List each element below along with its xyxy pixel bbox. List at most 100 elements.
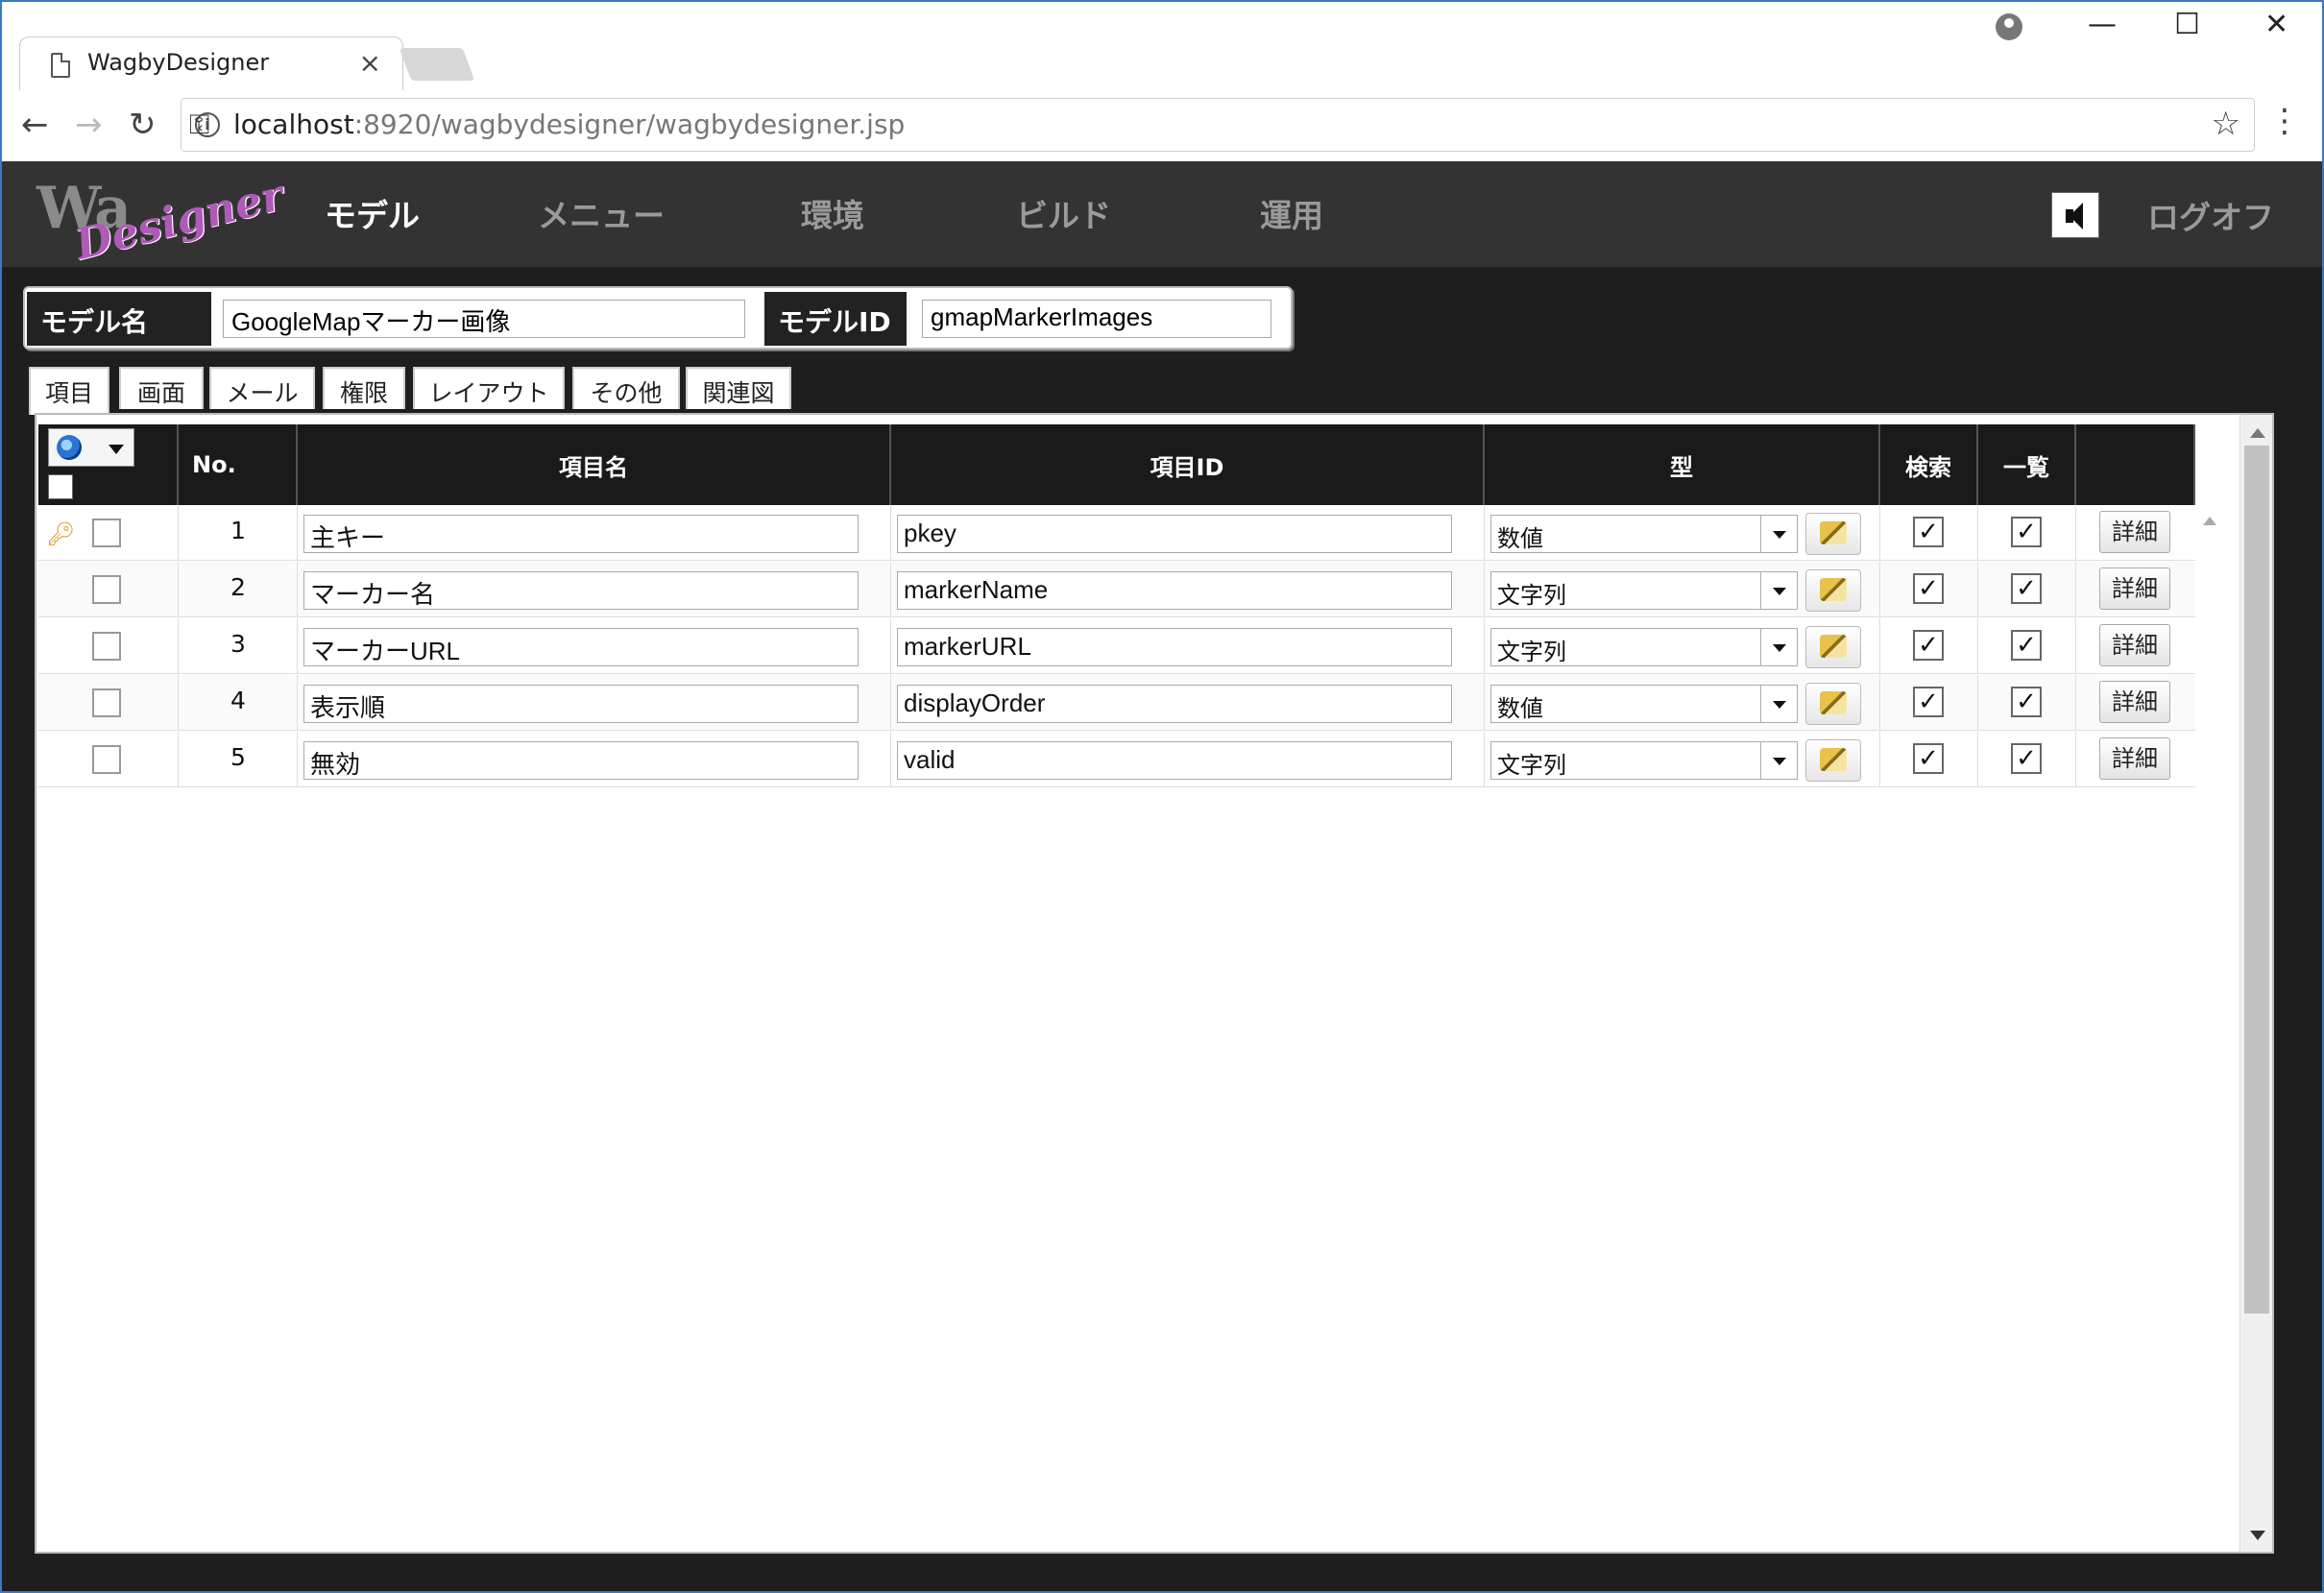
chevron-down-icon[interactable]	[1760, 742, 1797, 779]
new-tab-button[interactable]	[399, 48, 475, 81]
type-settings-button[interactable]	[1805, 626, 1861, 668]
header-select-cell	[38, 424, 179, 505]
detail-button[interactable]: 詳細	[2099, 681, 2170, 723]
back-arrow-icon[interactable]: ←	[21, 106, 49, 144]
detail-button[interactable]: 詳細	[2099, 624, 2170, 666]
item-id-cell: displayOrder	[891, 675, 1485, 731]
type-select[interactable]: 文字列	[1490, 741, 1798, 780]
maximize-icon[interactable]: ☐	[2174, 8, 2200, 41]
row-checkbox[interactable]	[92, 575, 121, 604]
row-select-cell: 🔑︎	[38, 505, 179, 561]
row-checkbox[interactable]	[92, 688, 121, 717]
tab-relation-diagram[interactable]: 関連図	[686, 367, 791, 409]
model-id-input[interactable]: gmapMarkerImages	[922, 300, 1271, 338]
item-id-input[interactable]: displayOrder	[897, 685, 1452, 723]
type-value: 数値	[1497, 525, 1543, 552]
tab-close-icon[interactable]: ×	[359, 47, 381, 79]
item-id-input[interactable]: pkey	[897, 515, 1452, 553]
type-settings-button[interactable]	[1805, 683, 1861, 725]
type-settings-button[interactable]	[1805, 569, 1861, 612]
type-select[interactable]: 数値	[1490, 685, 1798, 723]
chevron-down-icon[interactable]	[1760, 516, 1797, 552]
nav-menu[interactable]: メニュー	[538, 190, 665, 236]
tab-layout[interactable]: レイアウト	[413, 367, 565, 409]
scroll-thumb[interactable]	[2244, 446, 2269, 1314]
chevron-down-icon	[109, 445, 124, 454]
search-checkbox[interactable]: ✓	[1913, 517, 1944, 547]
select-all-checkbox[interactable]	[48, 474, 73, 499]
tab-mail[interactable]: メール	[209, 367, 315, 409]
detail-cell: 詳細	[2076, 732, 2195, 787]
chevron-down-icon[interactable]	[1760, 629, 1797, 665]
address-bar: ← → ↻ i localhost:8920/wagbydesigner/wag…	[2, 90, 2322, 163]
tab-permission[interactable]: 権限	[323, 367, 405, 409]
item-name-input[interactable]: マーカー名	[303, 571, 859, 610]
row-checkbox[interactable]	[92, 632, 121, 661]
type-select[interactable]: 数値	[1490, 515, 1798, 553]
search-checkbox[interactable]: ✓	[1913, 743, 1944, 774]
detail-button[interactable]: 詳細	[2099, 737, 2170, 780]
forward-arrow-icon[interactable]: →	[75, 106, 103, 144]
item-name-input[interactable]: マーカーURL	[303, 628, 859, 666]
list-checkbox[interactable]: ✓	[2011, 517, 2042, 547]
close-window-icon[interactable]: ✕	[2264, 8, 2288, 41]
header-no: No.	[179, 424, 298, 505]
detail-cell: 詳細	[2076, 505, 2195, 561]
list-cell: ✓	[1978, 675, 2076, 731]
item-id-input[interactable]: valid	[897, 741, 1452, 780]
item-name-input[interactable]: 主キー	[303, 515, 859, 553]
column-tool-dropdown[interactable]	[48, 428, 134, 467]
speaker-icon[interactable]	[2051, 192, 2099, 238]
tab-screen[interactable]: 画面	[119, 367, 204, 409]
bookmark-star-icon[interactable]: ☆	[2212, 105, 2240, 143]
type-select[interactable]: 文字列	[1490, 628, 1798, 666]
edit-type-icon	[1820, 691, 1847, 714]
search-checkbox[interactable]: ✓	[1913, 687, 1944, 717]
minimize-icon[interactable]: —	[2088, 8, 2117, 41]
nav-environment[interactable]: 環境	[801, 190, 864, 236]
search-checkbox[interactable]: ✓	[1913, 573, 1944, 604]
items-grid: No. 項目名 項目ID 型 検索 一覧 🔑︎ 1 主キー pkey 数値 ✓ ✓ 詳細 2 マー…	[35, 413, 2274, 1554]
scroll-down-icon[interactable]	[2250, 1531, 2265, 1540]
type-cell: 文字列	[1485, 732, 1880, 787]
list-checkbox[interactable]: ✓	[2011, 630, 2042, 661]
chevron-down-icon[interactable]	[1760, 572, 1797, 609]
url-input[interactable]: i localhost:8920/wagbydesigner/wagbydesi…	[181, 98, 2255, 152]
type-value: 文字列	[1497, 639, 1566, 665]
detail-button[interactable]: 詳細	[2099, 567, 2170, 610]
model-name-input[interactable]: GoogleMapマーカー画像	[223, 300, 745, 338]
logoff-button[interactable]: ログオフ	[2147, 192, 2274, 238]
detail-button[interactable]: 詳細	[2099, 511, 2170, 553]
browser-menu-icon[interactable]: ⋮	[2268, 102, 2301, 140]
chevron-down-icon[interactable]	[1760, 686, 1797, 722]
list-checkbox[interactable]: ✓	[2011, 687, 2042, 717]
item-id-input[interactable]: markerURL	[897, 628, 1452, 666]
search-checkbox[interactable]: ✓	[1913, 630, 1944, 661]
item-name-input[interactable]: 無効	[303, 741, 859, 780]
item-name-cell: 表示順	[298, 675, 891, 731]
nav-build[interactable]: ビルド	[1016, 190, 1111, 236]
nav-operation[interactable]: 運用	[1260, 190, 1323, 236]
type-settings-button[interactable]	[1805, 513, 1861, 555]
row-checkbox[interactable]	[92, 519, 121, 547]
nav-model[interactable]: モデル	[325, 190, 420, 236]
type-select[interactable]: 文字列	[1490, 571, 1798, 610]
reload-icon[interactable]: ↻	[129, 106, 157, 144]
header-detail	[2076, 424, 2195, 505]
item-name-cell: マーカーURL	[298, 618, 891, 674]
browser-tab[interactable]: WagbyDesigner ×	[19, 36, 403, 92]
user-profile-icon[interactable]	[1996, 13, 2022, 40]
item-name-cell: 無効	[298, 732, 891, 787]
grid-scroll-up-icon[interactable]	[2203, 517, 2216, 525]
type-settings-button[interactable]	[1805, 739, 1861, 782]
scroll-up-icon[interactable]	[2250, 428, 2265, 438]
tab-other[interactable]: その他	[572, 367, 680, 409]
vertical-scrollbar[interactable]	[2239, 415, 2272, 1552]
list-checkbox[interactable]: ✓	[2011, 743, 2042, 774]
list-checkbox[interactable]: ✓	[2011, 573, 2042, 604]
row-checkbox[interactable]	[92, 745, 121, 774]
tab-items[interactable]: 項目	[29, 367, 109, 415]
item-id-input[interactable]: markerName	[897, 571, 1452, 610]
key-icon[interactable]: ⚿	[189, 109, 2189, 141]
item-name-input[interactable]: 表示順	[303, 685, 859, 723]
